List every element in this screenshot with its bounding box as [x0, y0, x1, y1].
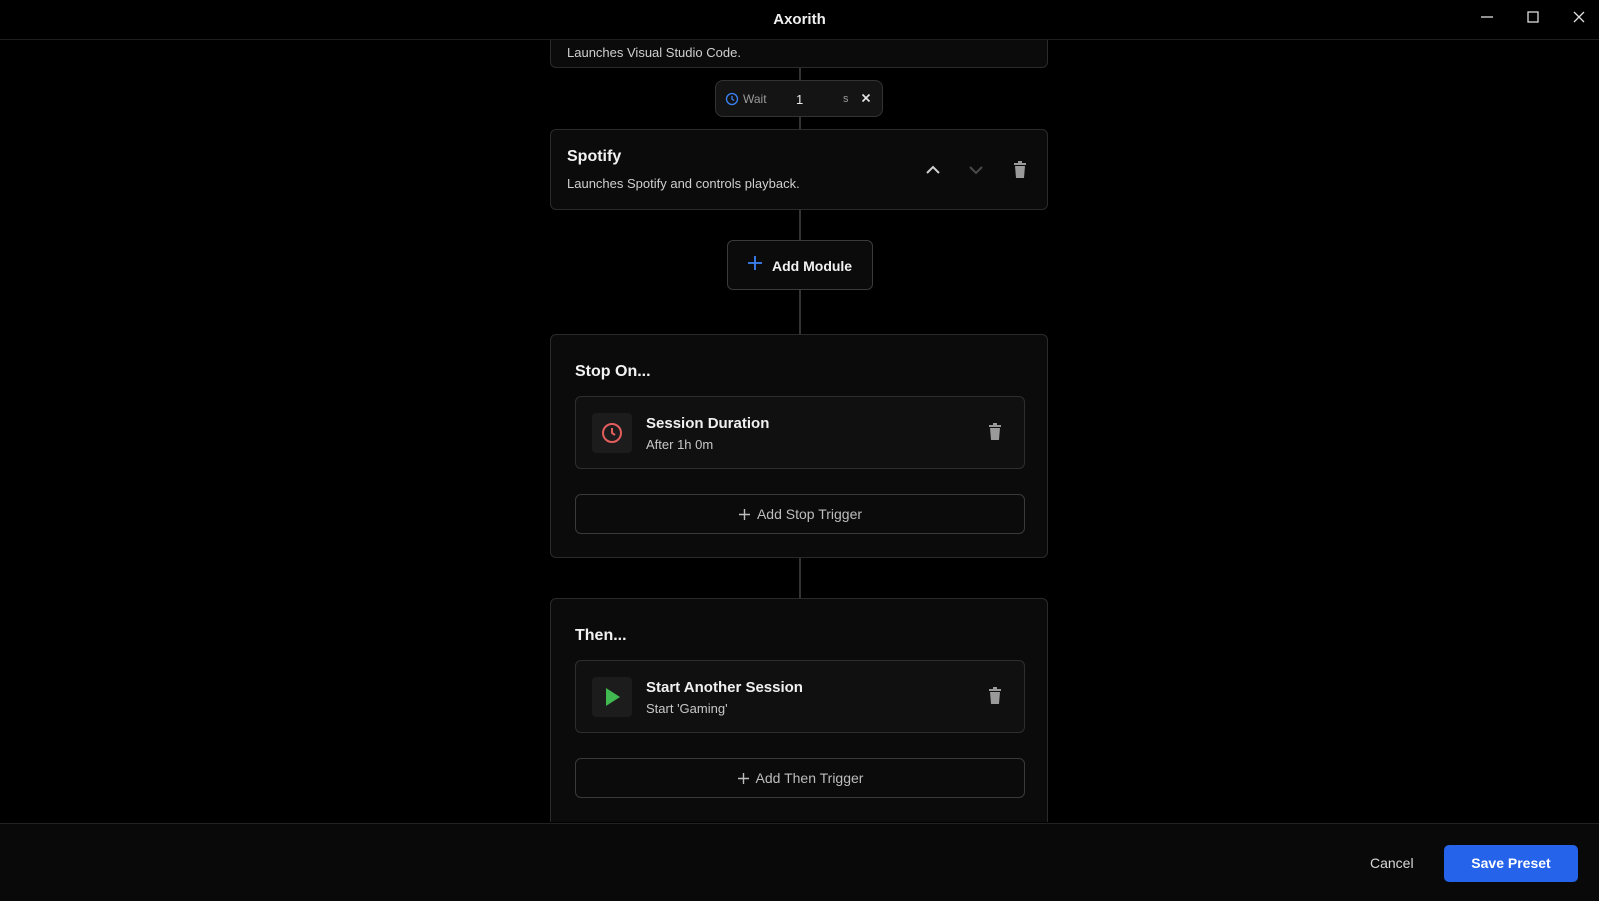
title-bar: Axorith [0, 0, 1599, 40]
trash-icon [989, 423, 1001, 440]
wait-label: Wait [743, 92, 767, 106]
add-then-trigger-label: Add Then Trigger [755, 770, 864, 786]
clock-icon [602, 423, 622, 443]
delete-module-button[interactable] [1007, 157, 1033, 183]
plus-icon [737, 773, 749, 784]
plus-icon [748, 256, 762, 270]
module-title: Spotify [567, 148, 622, 165]
minimize-icon [1481, 16, 1493, 18]
connector-line [799, 290, 801, 334]
close-window-button[interactable] [1562, 6, 1596, 30]
chevron-down-icon [969, 166, 983, 175]
section-title: Then... [575, 627, 627, 644]
trigger-subtitle: Start 'Gaming' [646, 701, 728, 716]
remove-wait-button[interactable] [858, 90, 874, 106]
add-stop-trigger-button[interactable]: Add Stop Trigger [575, 494, 1025, 534]
plus-icon [738, 509, 750, 520]
connector-line [799, 68, 801, 80]
section-title: Stop On... [575, 363, 651, 380]
add-module-label: Add Module [772, 258, 853, 274]
then-trigger-item: Start Another Session Start 'Gaming' [575, 660, 1025, 733]
trigger-title: Session Duration [646, 415, 770, 432]
trigger-subtitle: After 1h 0m [646, 437, 714, 452]
then-section: Then... Start Another Session Start 'Gam… [550, 598, 1048, 822]
module-description: Launches Spotify and controls playback. [567, 176, 800, 191]
move-up-button[interactable] [920, 157, 946, 183]
module-card-spotify: Spotify Launches Spotify and controls pl… [550, 129, 1048, 210]
move-down-button[interactable] [963, 157, 989, 183]
wait-delay: Wait 1 s [715, 80, 883, 117]
add-stop-trigger-label: Add Stop Trigger [756, 506, 863, 522]
connector-line [799, 210, 801, 240]
trash-icon [989, 687, 1001, 704]
play-icon [606, 688, 620, 706]
trash-icon [1014, 161, 1026, 178]
stop-trigger-item: Session Duration After 1h 0m [575, 396, 1025, 469]
delete-stop-trigger-button[interactable] [982, 419, 1008, 445]
module-description: Launches Visual Studio Code. [567, 45, 741, 60]
maximize-button[interactable] [1516, 6, 1550, 30]
add-then-trigger-button[interactable]: Add Then Trigger [575, 758, 1025, 798]
add-module-button[interactable]: Add Module [727, 240, 873, 290]
delete-then-trigger-button[interactable] [982, 683, 1008, 709]
preset-editor-content[interactable]: Launches Visual Studio Code. Wait 1 s Sp… [0, 40, 1599, 822]
clock-icon [725, 92, 739, 106]
trigger-icon [592, 413, 632, 453]
close-icon [861, 93, 871, 103]
footer-bar: Cancel Save Preset [0, 823, 1599, 901]
stop-on-section: Stop On... Session Duration After 1h 0m … [550, 334, 1048, 558]
connector-line [799, 558, 801, 598]
wait-unit: s [843, 93, 849, 105]
trigger-title: Start Another Session [646, 679, 803, 696]
module-card-vscode: Launches Visual Studio Code. [550, 40, 1048, 68]
wait-value-input[interactable]: 1 [796, 92, 803, 107]
save-preset-button[interactable]: Save Preset [1444, 845, 1578, 882]
minimize-button[interactable] [1470, 6, 1504, 30]
chevron-up-icon [926, 165, 940, 174]
maximize-icon [1527, 11, 1539, 23]
close-icon [1573, 11, 1585, 23]
window-title: Axorith [773, 11, 826, 28]
cancel-button[interactable]: Cancel [1370, 855, 1414, 871]
connector-line [799, 117, 801, 129]
trigger-icon [592, 677, 632, 717]
